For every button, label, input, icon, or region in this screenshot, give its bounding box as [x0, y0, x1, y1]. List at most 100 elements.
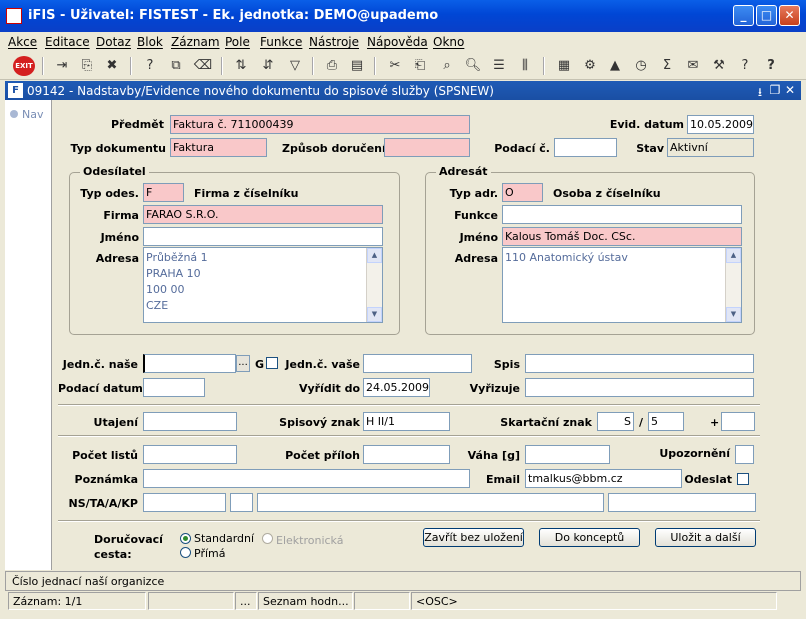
- menu-funkce[interactable]: Funkce: [260, 35, 302, 49]
- odes-adresa-scrollbar[interactable]: ▲ ▼: [366, 248, 382, 322]
- sum-icon[interactable]: Σ: [657, 56, 677, 76]
- mail-icon[interactable]: ✉: [683, 56, 703, 76]
- hint-text: Číslo jednací naší organizce: [12, 575, 165, 588]
- jedn-nase-lov-button[interactable]: ...: [236, 355, 250, 372]
- mountain-icon[interactable]: ▲: [605, 56, 625, 76]
- find-icon[interactable]: ⌕: [437, 56, 457, 76]
- minimize-button[interactable]: _: [733, 5, 754, 26]
- g-checkbox[interactable]: [266, 357, 278, 369]
- menu-akce[interactable]: Akce: [8, 35, 37, 49]
- odes-adresa-field[interactable]: Průběžná 1 PRAHA 10 100 00 CZE ▲ ▼: [143, 247, 383, 323]
- scroll-down-icon[interactable]: ▼: [726, 307, 741, 322]
- copy-record-icon[interactable]: ⎘: [77, 56, 97, 76]
- exit-button[interactable]: EXIT: [13, 56, 35, 76]
- maximize-button[interactable]: □: [756, 5, 777, 26]
- calculator-icon[interactable]: ▦: [554, 56, 574, 76]
- skartacni-znak-field[interactable]: S: [597, 412, 634, 431]
- adr-jmeno-label: Jméno: [459, 231, 498, 244]
- menu-zaznam[interactable]: Záznam: [171, 35, 220, 49]
- prima-radio[interactable]: [180, 547, 191, 558]
- menu-napoveda[interactable]: Nápověda: [367, 35, 428, 49]
- gear-icon[interactable]: ⚙: [580, 56, 600, 76]
- help-key-icon[interactable]: ?: [735, 56, 755, 76]
- pocet-listu-field[interactable]: [143, 445, 237, 464]
- podaci-cislo-field[interactable]: [554, 138, 617, 157]
- ns-field[interactable]: [143, 493, 226, 512]
- duplicate-icon[interactable]: ⧉: [166, 56, 186, 76]
- paste-icon[interactable]: ⎗: [410, 56, 430, 76]
- typ-dokumentu-field[interactable]: Faktura: [170, 138, 267, 157]
- scroll-up-icon[interactable]: ▲: [367, 248, 382, 263]
- dorucovaci-label: Doručovací: [94, 533, 163, 546]
- menu-nastroje[interactable]: Nástroje: [309, 35, 359, 49]
- print-preview-icon[interactable]: ▤: [347, 56, 367, 76]
- help-icon[interactable]: ?: [761, 56, 781, 76]
- skartacni-extra-field[interactable]: [721, 412, 755, 431]
- zpusob-doruceni-field[interactable]: [384, 138, 470, 157]
- menu-dotaz[interactable]: Dotaz: [96, 35, 131, 49]
- form-close-icon[interactable]: ✕: [783, 83, 797, 97]
- columns-icon[interactable]: ⫼: [515, 56, 535, 76]
- email-field[interactable]: tmalkus@bbm.cz: [525, 469, 682, 488]
- filter-icon[interactable]: ▽: [285, 56, 305, 76]
- close-button[interactable]: ✕: [779, 5, 800, 26]
- print-icon[interactable]: ⎙: [322, 56, 342, 76]
- search-icon[interactable]: 🔍︎: [463, 56, 483, 76]
- vyrizuje-label: Vyřizuje: [469, 382, 520, 395]
- podaci-datum-field[interactable]: [143, 378, 205, 397]
- vyridit-do-field[interactable]: 24.05.2009: [363, 378, 430, 397]
- menu-blok[interactable]: Blok: [137, 35, 163, 49]
- skartacni-slash: /: [639, 416, 644, 429]
- jedn-nase-field[interactable]: [143, 354, 236, 373]
- funkce-field[interactable]: [502, 205, 742, 224]
- firma-field[interactable]: FARAO S.R.O.: [143, 205, 383, 224]
- pocet-priloh-field[interactable]: [363, 445, 450, 464]
- evid-datum-field[interactable]: 10.05.2009: [687, 115, 754, 134]
- window-title-bar[interactable]: iFIS - Uživatel: FISTEST - Ek. jednotka:…: [0, 0, 806, 32]
- scroll-down-icon[interactable]: ▼: [367, 307, 382, 322]
- elektronicka-radio[interactable]: [262, 533, 273, 544]
- clear-icon[interactable]: ⌫: [193, 56, 213, 76]
- typ-adr-field[interactable]: O: [502, 183, 543, 202]
- ta-field[interactable]: [230, 493, 253, 512]
- sort-desc-icon[interactable]: ⇵: [258, 56, 278, 76]
- stav-label: Stav: [636, 142, 664, 155]
- nav-label[interactable]: Nav: [22, 108, 43, 121]
- clock-icon[interactable]: ◷: [631, 56, 651, 76]
- a-field[interactable]: [257, 493, 604, 512]
- menu-editace[interactable]: Editace: [45, 35, 90, 49]
- scroll-up-icon[interactable]: ▲: [726, 248, 741, 263]
- upozorneni-field[interactable]: [735, 445, 754, 464]
- form-restore-icon[interactable]: ❐: [768, 83, 782, 97]
- vyrizuje-field[interactable]: [525, 378, 754, 397]
- spisovy-znak-field[interactable]: H II/1: [363, 412, 450, 431]
- kp-field[interactable]: [608, 493, 756, 512]
- adr-jmeno-field[interactable]: Kalous Tomáš Doc. CSc.: [502, 227, 742, 246]
- delete-record-icon[interactable]: ✖: [102, 56, 122, 76]
- adr-adresa-field[interactable]: 110 Anatomický ústav ▲ ▼: [502, 247, 742, 323]
- predmet-field[interactable]: Faktura č. 711000439: [170, 115, 470, 134]
- skartacni-lhuta-field[interactable]: 5: [648, 412, 684, 431]
- menu-pole[interactable]: Pole: [225, 35, 250, 49]
- jedn-vase-field[interactable]: [363, 354, 472, 373]
- help-record-icon[interactable]: ?: [140, 56, 160, 76]
- utajeni-field[interactable]: [143, 412, 237, 431]
- vaha-field[interactable]: [525, 445, 610, 464]
- poznamka-field[interactable]: [143, 469, 470, 488]
- typ-odes-field[interactable]: F: [143, 183, 184, 202]
- spis-field[interactable]: [525, 354, 754, 373]
- odeslat-checkbox[interactable]: [737, 473, 749, 485]
- standardni-radio[interactable]: [180, 533, 191, 544]
- settings-icon[interactable]: ⚒: [709, 56, 729, 76]
- ulozit-a-dalsi-button[interactable]: Uložit a další: [655, 528, 756, 547]
- odes-jmeno-field[interactable]: [143, 227, 383, 246]
- adr-adresa-scrollbar[interactable]: ▲ ▼: [725, 248, 741, 322]
- typ-adr-desc: Osoba z číselníku: [553, 187, 661, 200]
- sort-asc-icon[interactable]: ⇅: [231, 56, 251, 76]
- insert-record-icon[interactable]: ⇥: [52, 56, 72, 76]
- zavrit-bez-ulozeni-button[interactable]: Zavřít bez uložení: [423, 528, 524, 547]
- list-icon[interactable]: ☰: [489, 56, 509, 76]
- cut-icon[interactable]: ✂: [385, 56, 405, 76]
- menu-okno[interactable]: Okno: [433, 35, 464, 49]
- do-konceptu-button[interactable]: Do konceptů: [539, 528, 640, 547]
